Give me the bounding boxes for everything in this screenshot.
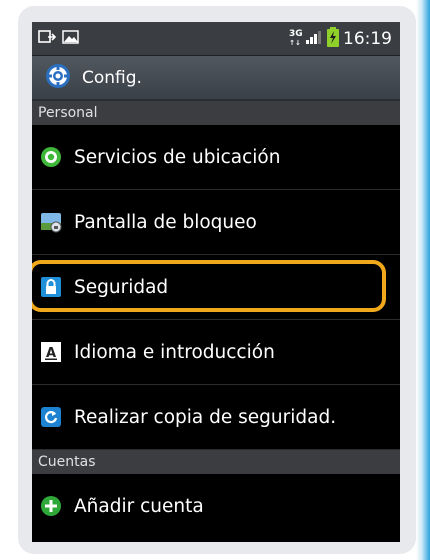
menu-item-security[interactable]: Seguridad [32,255,400,320]
menu-item-add-account[interactable]: Añadir cuenta [32,474,400,538]
network-type: 3G ↑↓ [289,29,303,48]
menu-item-backup[interactable]: Realizar copia de seguridad. [32,385,400,450]
section-header-accounts: Cuentas [32,450,400,474]
section-header-personal: Personal [32,101,400,125]
menu-item-label: Servicios de ubicación [74,146,281,168]
signal-icon [305,29,323,49]
status-bar: 3G ↑↓ 16:19 [32,22,400,56]
menu-item-label: Pantalla de bloqueo [74,211,257,233]
backup-icon [40,406,62,428]
gallery-icon [62,29,80,49]
add-account-icon [40,495,62,517]
lock-screen-icon [40,211,62,233]
menu-item-label: Realizar copia de seguridad. [74,406,337,428]
phone-screen: 3G ↑↓ 16:19 Config. Personal Servicios d… [32,22,400,542]
menu-item-label: Idioma e introducción [74,341,275,363]
gear-icon[interactable] [44,62,72,94]
location-icon [40,146,62,168]
decorative-edge [416,0,430,560]
battery-charging-icon [327,27,339,51]
padlock-icon [40,276,62,298]
menu-item-label: Añadir cuenta [74,495,204,517]
page-title: Config. [82,67,142,88]
title-bar: Config. [32,56,400,101]
menu-item-location-services[interactable]: Servicios de ubicación [32,125,400,190]
menu-item-lock-screen[interactable]: Pantalla de bloqueo [32,190,400,255]
language-icon: A [40,341,62,363]
menu-item-label: Seguridad [74,276,169,298]
clock: 16:19 [343,29,392,49]
menu-item-language-input[interactable]: A Idioma e introducción [32,320,400,385]
usb-debug-icon [38,29,57,49]
